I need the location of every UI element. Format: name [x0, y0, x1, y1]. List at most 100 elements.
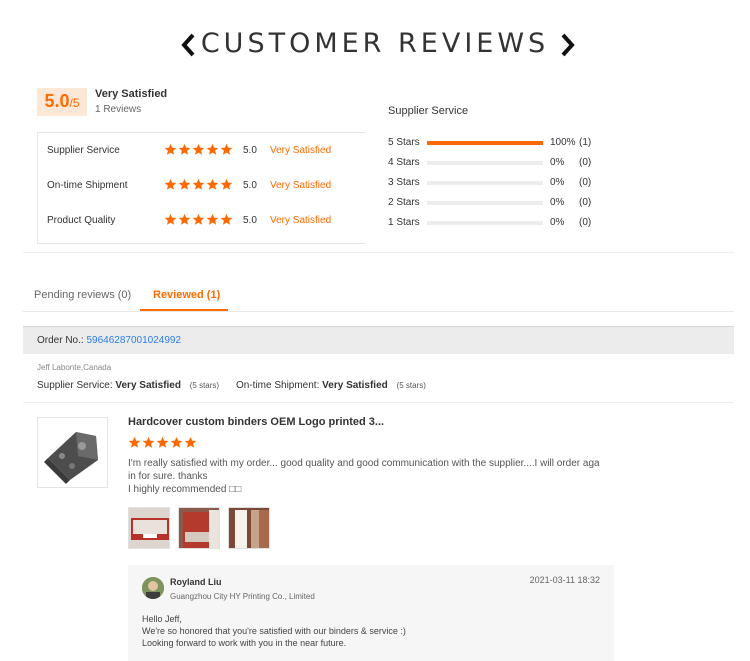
page-title: CUSTOMER REVIEWS — [200, 28, 550, 59]
rating-stars — [164, 143, 233, 156]
star-icon — [164, 213, 177, 226]
order-bar: Order No.: 59646287001024992 — [23, 326, 734, 354]
shipment-value: Very Satisfied — [322, 380, 388, 391]
star-icon — [142, 436, 155, 449]
overall-score-max: /5 — [69, 96, 80, 110]
star-icon — [206, 178, 219, 191]
reply-text-line: Looking forward to work with you in the … — [142, 638, 347, 648]
shipment-stars: (5 stars) — [396, 381, 426, 390]
reply-text: Hello Jeff, We're so honored that you're… — [142, 613, 406, 649]
distribution-percent: 0% — [550, 217, 565, 228]
rating-label: Supplier Service — [47, 144, 120, 156]
overall-score-badge: 5.0 /5 — [37, 88, 87, 116]
review-stars — [128, 436, 197, 449]
distribution-label: 3 Stars — [388, 177, 420, 188]
star-icon — [192, 178, 205, 191]
rating-stars — [164, 178, 233, 191]
distribution-row: 4 Stars 0% (0) — [388, 157, 618, 171]
star-icon — [128, 436, 141, 449]
supplier-service-label: Supplier Service: — [37, 380, 113, 391]
star-icon — [206, 143, 219, 156]
distribution-count: (1) — [579, 137, 592, 148]
distribution-percent: 0% — [550, 177, 565, 188]
distribution-row: 1 Stars 0% (0) — [388, 217, 618, 231]
shipment-label: On-time Shipment: — [236, 380, 320, 391]
tab-reviewed[interactable]: Reviewed (1) — [153, 289, 220, 301]
reviewer-name: Jeff Labonte,Canada — [37, 363, 112, 372]
review-photo[interactable] — [178, 507, 220, 549]
distribution-bar — [427, 141, 543, 145]
avatar — [142, 577, 164, 599]
reply-text-line: We're so honored that you're satisfied w… — [142, 626, 406, 636]
rating-label: Product Quality — [47, 214, 116, 226]
reply-text-line: Hello Jeff, — [142, 614, 182, 624]
star-icon — [206, 213, 219, 226]
product-title[interactable]: Hardcover custom binders OEM Logo printe… — [128, 416, 384, 428]
distribution-bar-fill — [427, 141, 543, 145]
distribution-count: (0) — [579, 217, 592, 228]
distribution-label: 4 Stars — [388, 157, 420, 168]
rating-stars — [164, 213, 233, 226]
rating-score: 5.0 — [243, 179, 257, 191]
rating-score: 5.0 — [243, 144, 257, 156]
review-text-line: I highly recommended □□ — [128, 484, 242, 495]
reply-author: Royland Liu — [170, 577, 222, 587]
star-icon — [178, 178, 191, 191]
distribution-row: 2 Stars 0% (0) — [388, 197, 618, 211]
distribution-bar — [427, 201, 543, 205]
distribution-bar — [427, 221, 543, 225]
star-icon — [192, 143, 205, 156]
review-divider — [23, 402, 734, 403]
overall-score: 5.0 — [44, 91, 70, 111]
order-number-link[interactable]: 59646287001024992 — [86, 335, 181, 346]
section-divider — [23, 252, 734, 253]
review-photo[interactable] — [128, 507, 170, 549]
distribution-count: (0) — [579, 157, 592, 168]
reply-company: Guangzhou City HY Printing Co., Limited — [170, 592, 315, 601]
review-photo[interactable] — [228, 507, 270, 549]
rating-row: Product Quality 5.0 Very Satisfied — [38, 210, 366, 230]
rating-label: On-time Shipment — [47, 179, 128, 191]
star-icon — [220, 178, 233, 191]
tab-bar-line — [23, 311, 734, 312]
star-icon — [192, 213, 205, 226]
star-icon — [178, 143, 191, 156]
reply-timestamp: 2021-03-11 18:32 — [529, 575, 600, 585]
distribution-title: Supplier Service — [388, 105, 469, 117]
order-label-text: Order No.: — [37, 335, 84, 346]
star-icon — [156, 436, 169, 449]
star-icon — [170, 436, 183, 449]
distribution-label: 2 Stars — [388, 197, 420, 208]
distribution-bar — [427, 181, 543, 185]
review-count: 1 Reviews — [95, 104, 142, 115]
supplier-service-rating: Supplier Service: Very Satisfied (5 star… — [37, 380, 219, 391]
rating-text: Very Satisfied — [270, 214, 332, 226]
distribution-row: 3 Stars 0% (0) — [388, 177, 618, 191]
rating-text: Very Satisfied — [270, 179, 332, 191]
star-icon — [220, 213, 233, 226]
distribution-percent: 100% — [550, 137, 576, 148]
star-icon — [164, 178, 177, 191]
active-tab-indicator — [140, 309, 228, 311]
star-icon — [184, 436, 197, 449]
review-photos — [128, 507, 270, 549]
distribution-count: (0) — [579, 177, 592, 188]
star-icon — [164, 143, 177, 156]
overall-label: Very Satisfied — [95, 88, 168, 100]
distribution-label: 5 Stars — [388, 137, 420, 148]
rating-text: Very Satisfied — [270, 144, 332, 156]
shipment-rating: On-time Shipment: Very Satisfied (5 star… — [236, 380, 426, 391]
product-thumbnail[interactable] — [37, 417, 108, 488]
distribution-count: (0) — [579, 197, 592, 208]
chevron-right-icon[interactable] — [556, 32, 578, 58]
rating-table: Supplier Service 5.0 Very Satisfied On-t… — [37, 132, 365, 244]
supplier-service-stars: (5 stars) — [189, 381, 220, 390]
supplier-service-value: Very Satisfied — [115, 380, 181, 391]
distribution-percent: 0% — [550, 197, 565, 208]
distribution-row: 5 Stars 100% (1) — [388, 137, 618, 151]
review-text-line: in for sure. thanks — [128, 471, 208, 482]
distribution-bar — [427, 161, 543, 165]
distribution-label: 1 Stars — [388, 217, 420, 228]
order-number-label: Order No.: 59646287001024992 — [37, 335, 181, 346]
tab-pending-reviews[interactable]: Pending reviews (0) — [34, 289, 131, 301]
